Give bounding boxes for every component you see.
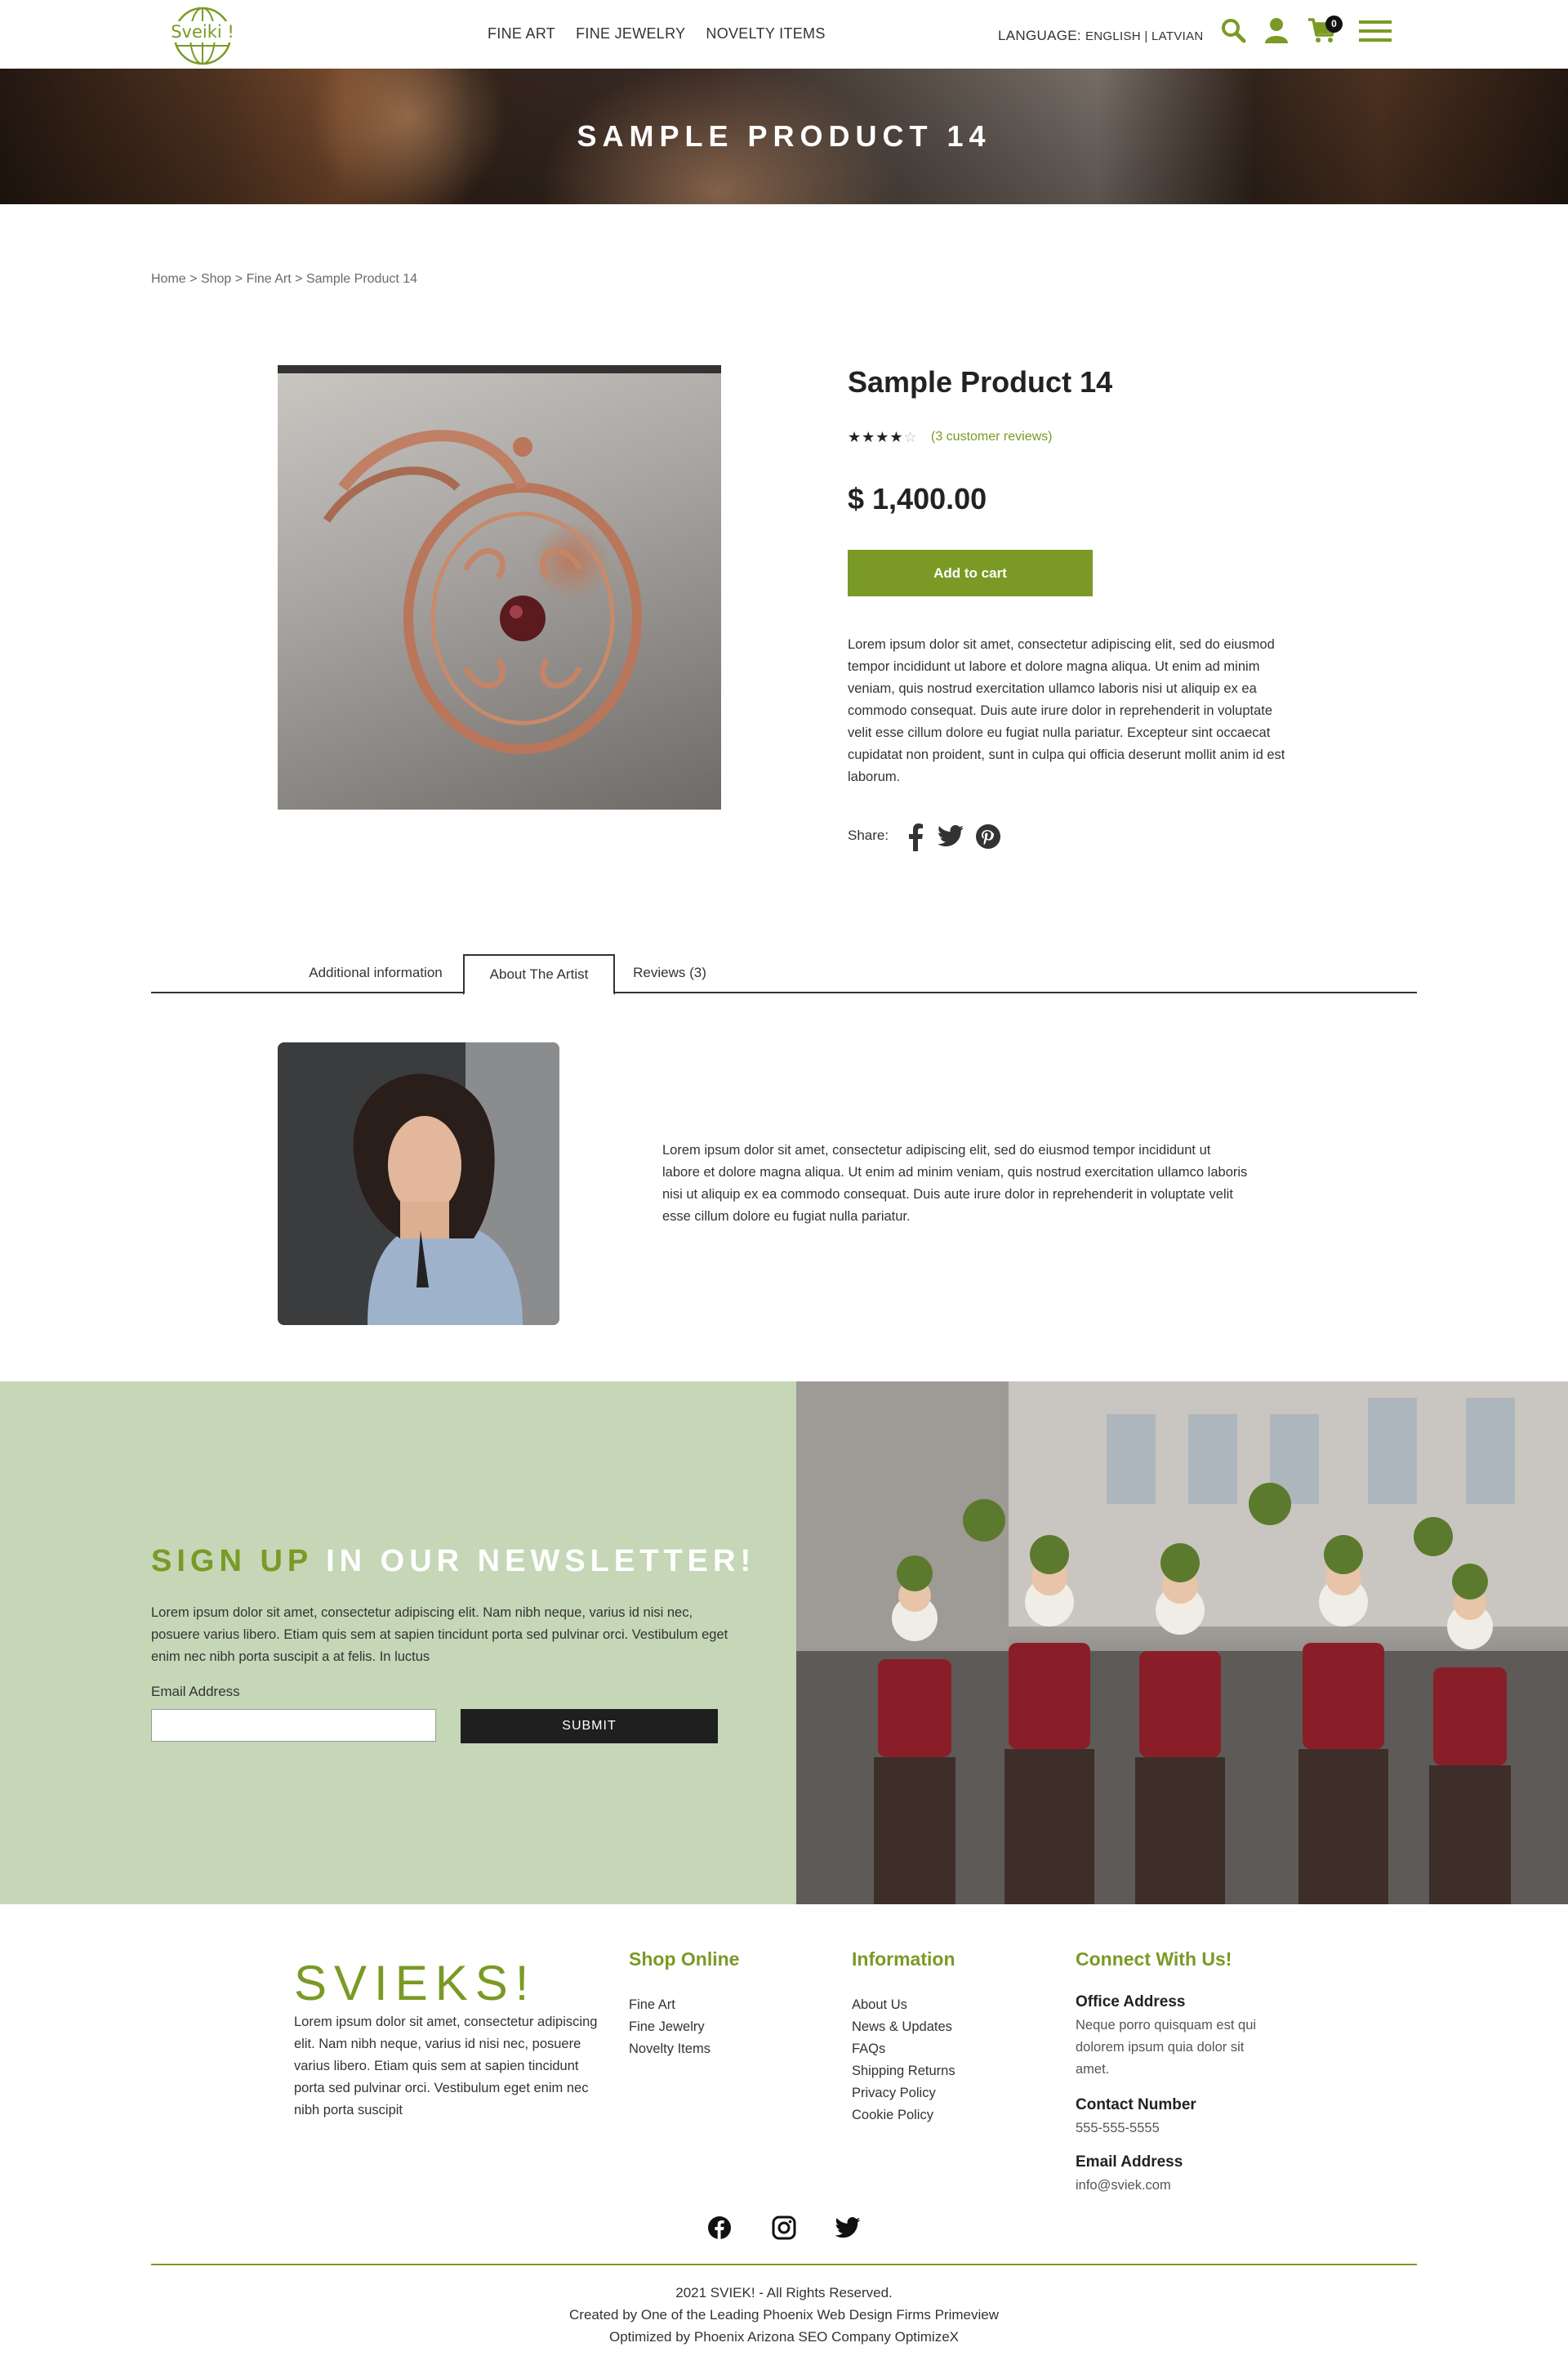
breadcrumb-separator: > <box>234 272 243 286</box>
site-header: Sveiki ! FINE ART FINE JEWELRY NOVELTY I… <box>0 0 1568 69</box>
email-label: Email Address <box>151 1684 240 1699</box>
tab-additional-information[interactable]: Additional information <box>278 954 474 993</box>
footer-link-privacy[interactable]: Privacy Policy <box>852 2082 956 2104</box>
footer-link-shipping[interactable]: Shipping Returns <box>852 2060 956 2082</box>
stars-filled: ★★★★ <box>848 429 904 445</box>
footer-divider <box>151 2264 1417 2265</box>
main-nav: FINE ART FINE JEWELRY NOVELTY ITEMS <box>488 25 826 42</box>
nav-fine-art[interactable]: FINE ART <box>488 25 555 42</box>
footer-info-title: Information <box>852 1948 956 1970</box>
facebook-share-icon[interactable] <box>906 823 924 851</box>
email-address-value[interactable]: info@sviek.com <box>1076 2175 1171 2197</box>
instagram-icon[interactable] <box>772 2216 796 2240</box>
footer-link-news[interactable]: News & Updates <box>852 2016 956 2038</box>
rating-stars: ★★★★☆ <box>848 429 918 446</box>
office-address-value: Neque porro quisquam est qui dolorem ips… <box>1076 2018 1257 2077</box>
tab-reviews[interactable]: Reviews (3) <box>617 954 723 993</box>
pinterest-share-icon[interactable] <box>975 823 1001 850</box>
breadcrumb-separator: > <box>295 272 303 286</box>
footer-shop-title: Shop Online <box>629 1948 740 1970</box>
footer-link-novelty-items[interactable]: Novelty Items <box>629 2038 710 2060</box>
footer-link-fine-art[interactable]: Fine Art <box>629 1994 710 2016</box>
language-options[interactable]: ENGLISH | LATVIAN <box>1085 29 1204 43</box>
breadcrumb-home[interactable]: Home <box>151 272 186 286</box>
product-image[interactable] <box>278 365 721 810</box>
artist-photo <box>278 1042 559 1325</box>
menu-icon[interactable] <box>1359 20 1392 42</box>
footer-connect-title: Connect With Us! <box>1076 1948 1232 1970</box>
newsletter-title-white: IN OUR NEWSLETTER! <box>326 1544 756 1578</box>
breadcrumb-current: Sample Product 14 <box>305 272 418 286</box>
credit-seo[interactable]: Optimized by Phoenix Arizona SEO Company… <box>0 2329 1568 2345</box>
footer-link-about-us[interactable]: About Us <box>852 1994 956 2016</box>
footer-logo[interactable]: SVIEKS! <box>294 1955 536 2011</box>
product-title: Sample Product 14 <box>848 365 1113 399</box>
search-icon[interactable] <box>1220 17 1246 43</box>
product-price: $ 1,400.00 <box>848 482 987 515</box>
user-icon[interactable] <box>1264 17 1289 43</box>
nav-fine-jewelry[interactable]: FINE JEWELRY <box>576 25 685 42</box>
credit-design[interactable]: Created by One of the Leading Phoenix We… <box>0 2307 1568 2323</box>
facebook-icon[interactable] <box>707 2216 732 2240</box>
artist-portrait <box>278 1042 559 1325</box>
breadcrumb: Home > Shop > Fine Art > Sample Product … <box>151 272 417 287</box>
newsletter-title: SIGN UP IN OUR NEWSLETTER! <box>151 1544 755 1579</box>
language-switcher[interactable]: LANGUAGE: ENGLISH | LATVIAN <box>998 28 1204 44</box>
nav-novelty-items[interactable]: NOVELTY ITEMS <box>706 25 825 42</box>
share-label: Share: <box>848 828 889 843</box>
parade-illustration <box>796 1381 1568 1904</box>
hero-title: SAMPLE PRODUCT 14 <box>577 119 991 153</box>
twitter-icon[interactable] <box>835 2217 861 2239</box>
twitter-share-icon[interactable] <box>938 825 964 848</box>
contact-number-value[interactable]: 555-555-5555 <box>1076 2117 1160 2140</box>
breadcrumb-category[interactable]: Fine Art <box>247 272 292 286</box>
language-label: LANGUAGE: <box>998 28 1081 43</box>
logo[interactable]: Sveiki ! <box>163 3 242 65</box>
newsletter-submit-button[interactable]: SUBMIT <box>461 1709 718 1743</box>
footer-shop-list: Fine Art Fine Jewelry Novelty Items <box>629 1994 710 2060</box>
newsletter-email-input[interactable] <box>151 1709 436 1742</box>
add-to-cart-button[interactable]: Add to cart <box>848 550 1093 596</box>
footer-about: Lorem ipsum dolor sit amet, consectetur … <box>294 2015 598 2117</box>
festival-parade-photo <box>796 1381 1568 1904</box>
hero-banner: SAMPLE PRODUCT 14 <box>0 69 1568 204</box>
cart-count-badge: 0 <box>1325 16 1343 33</box>
copyright: 2021 SVIEK! - All Rights Reserved. <box>675 2285 893 2300</box>
breadcrumb-shop[interactable]: Shop <box>201 272 231 286</box>
office-address-label: Office Address <box>1076 1993 1186 2010</box>
footer-link-faqs[interactable]: FAQs <box>852 2038 956 2060</box>
footer-link-cookie[interactable]: Cookie Policy <box>852 2104 956 2126</box>
footer-info-list: About Us News & Updates FAQs Shipping Re… <box>852 1994 956 2126</box>
customer-reviews-link[interactable]: (3 customer reviews) <box>931 430 1052 444</box>
product-description: Lorem ipsum dolor sit amet, consectetur … <box>848 637 1285 784</box>
tab-about-the-artist[interactable]: About The Artist <box>463 954 615 995</box>
product-tabs: Additional information About The Artist … <box>151 954 1417 995</box>
email-address-label: Email Address <box>1076 2153 1183 2171</box>
footer-link-fine-jewelry[interactable]: Fine Jewelry <box>629 2016 710 2038</box>
ring-illustration <box>323 430 642 754</box>
contact-number-label: Contact Number <box>1076 2096 1196 2113</box>
newsletter-title-green: SIGN UP <box>151 1544 313 1578</box>
stars-empty: ☆ <box>903 429 918 445</box>
breadcrumb-separator: > <box>189 272 198 286</box>
artist-bio: Lorem ipsum dolor sit amet, consectetur … <box>662 1143 1248 1224</box>
logo-text: Sveiki ! <box>170 21 235 42</box>
newsletter-text: Lorem ipsum dolor sit amet, consectetur … <box>151 1605 728 1664</box>
